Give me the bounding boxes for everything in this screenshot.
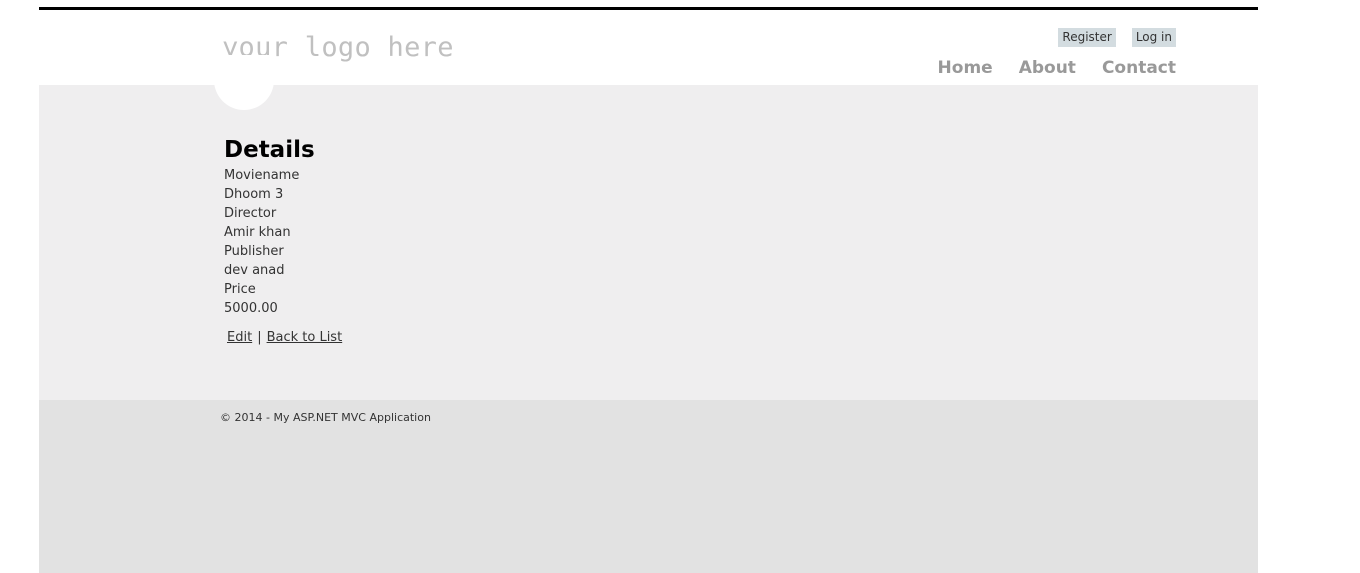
- price-value: 5000.00: [224, 301, 278, 316]
- edit-link[interactable]: Edit: [227, 330, 252, 345]
- logo-tab-decoration: [214, 55, 274, 110]
- login-area: Register Log in: [1058, 28, 1176, 47]
- action-separator: |: [257, 330, 262, 345]
- page: your logo here Register Log in Home Abou…: [39, 7, 1258, 573]
- menu-item-home[interactable]: Home: [938, 58, 993, 78]
- page-title: Details: [224, 137, 315, 163]
- details-section: Details Moviename Dhoom 3 Director Amir …: [224, 137, 342, 345]
- back-to-list-link[interactable]: Back to List: [267, 330, 343, 345]
- register-link[interactable]: Register: [1058, 28, 1116, 47]
- menu-item-contact[interactable]: Contact: [1102, 58, 1176, 78]
- director-value: Amir khan: [224, 225, 291, 240]
- publisher-value: dev anad: [224, 263, 285, 278]
- menu-item-about[interactable]: About: [1019, 58, 1076, 78]
- site-footer: © 2014 - My ASP.NET MVC Application: [39, 400, 1258, 573]
- price-label: Price: [224, 282, 256, 297]
- director-label: Director: [224, 206, 277, 221]
- moviename-label: Moviename: [224, 168, 300, 183]
- moviename-value: Dhoom 3: [224, 187, 284, 202]
- copyright-text: © 2014 - My ASP.NET MVC Application: [220, 411, 431, 424]
- main-menu: Home About Contact: [938, 58, 1176, 78]
- detail-actions: Edit | Back to List: [224, 330, 342, 345]
- main-content: Details Moviename Dhoom 3 Director Amir …: [39, 55, 1258, 400]
- publisher-label: Publisher: [224, 244, 284, 259]
- login-link[interactable]: Log in: [1131, 28, 1176, 47]
